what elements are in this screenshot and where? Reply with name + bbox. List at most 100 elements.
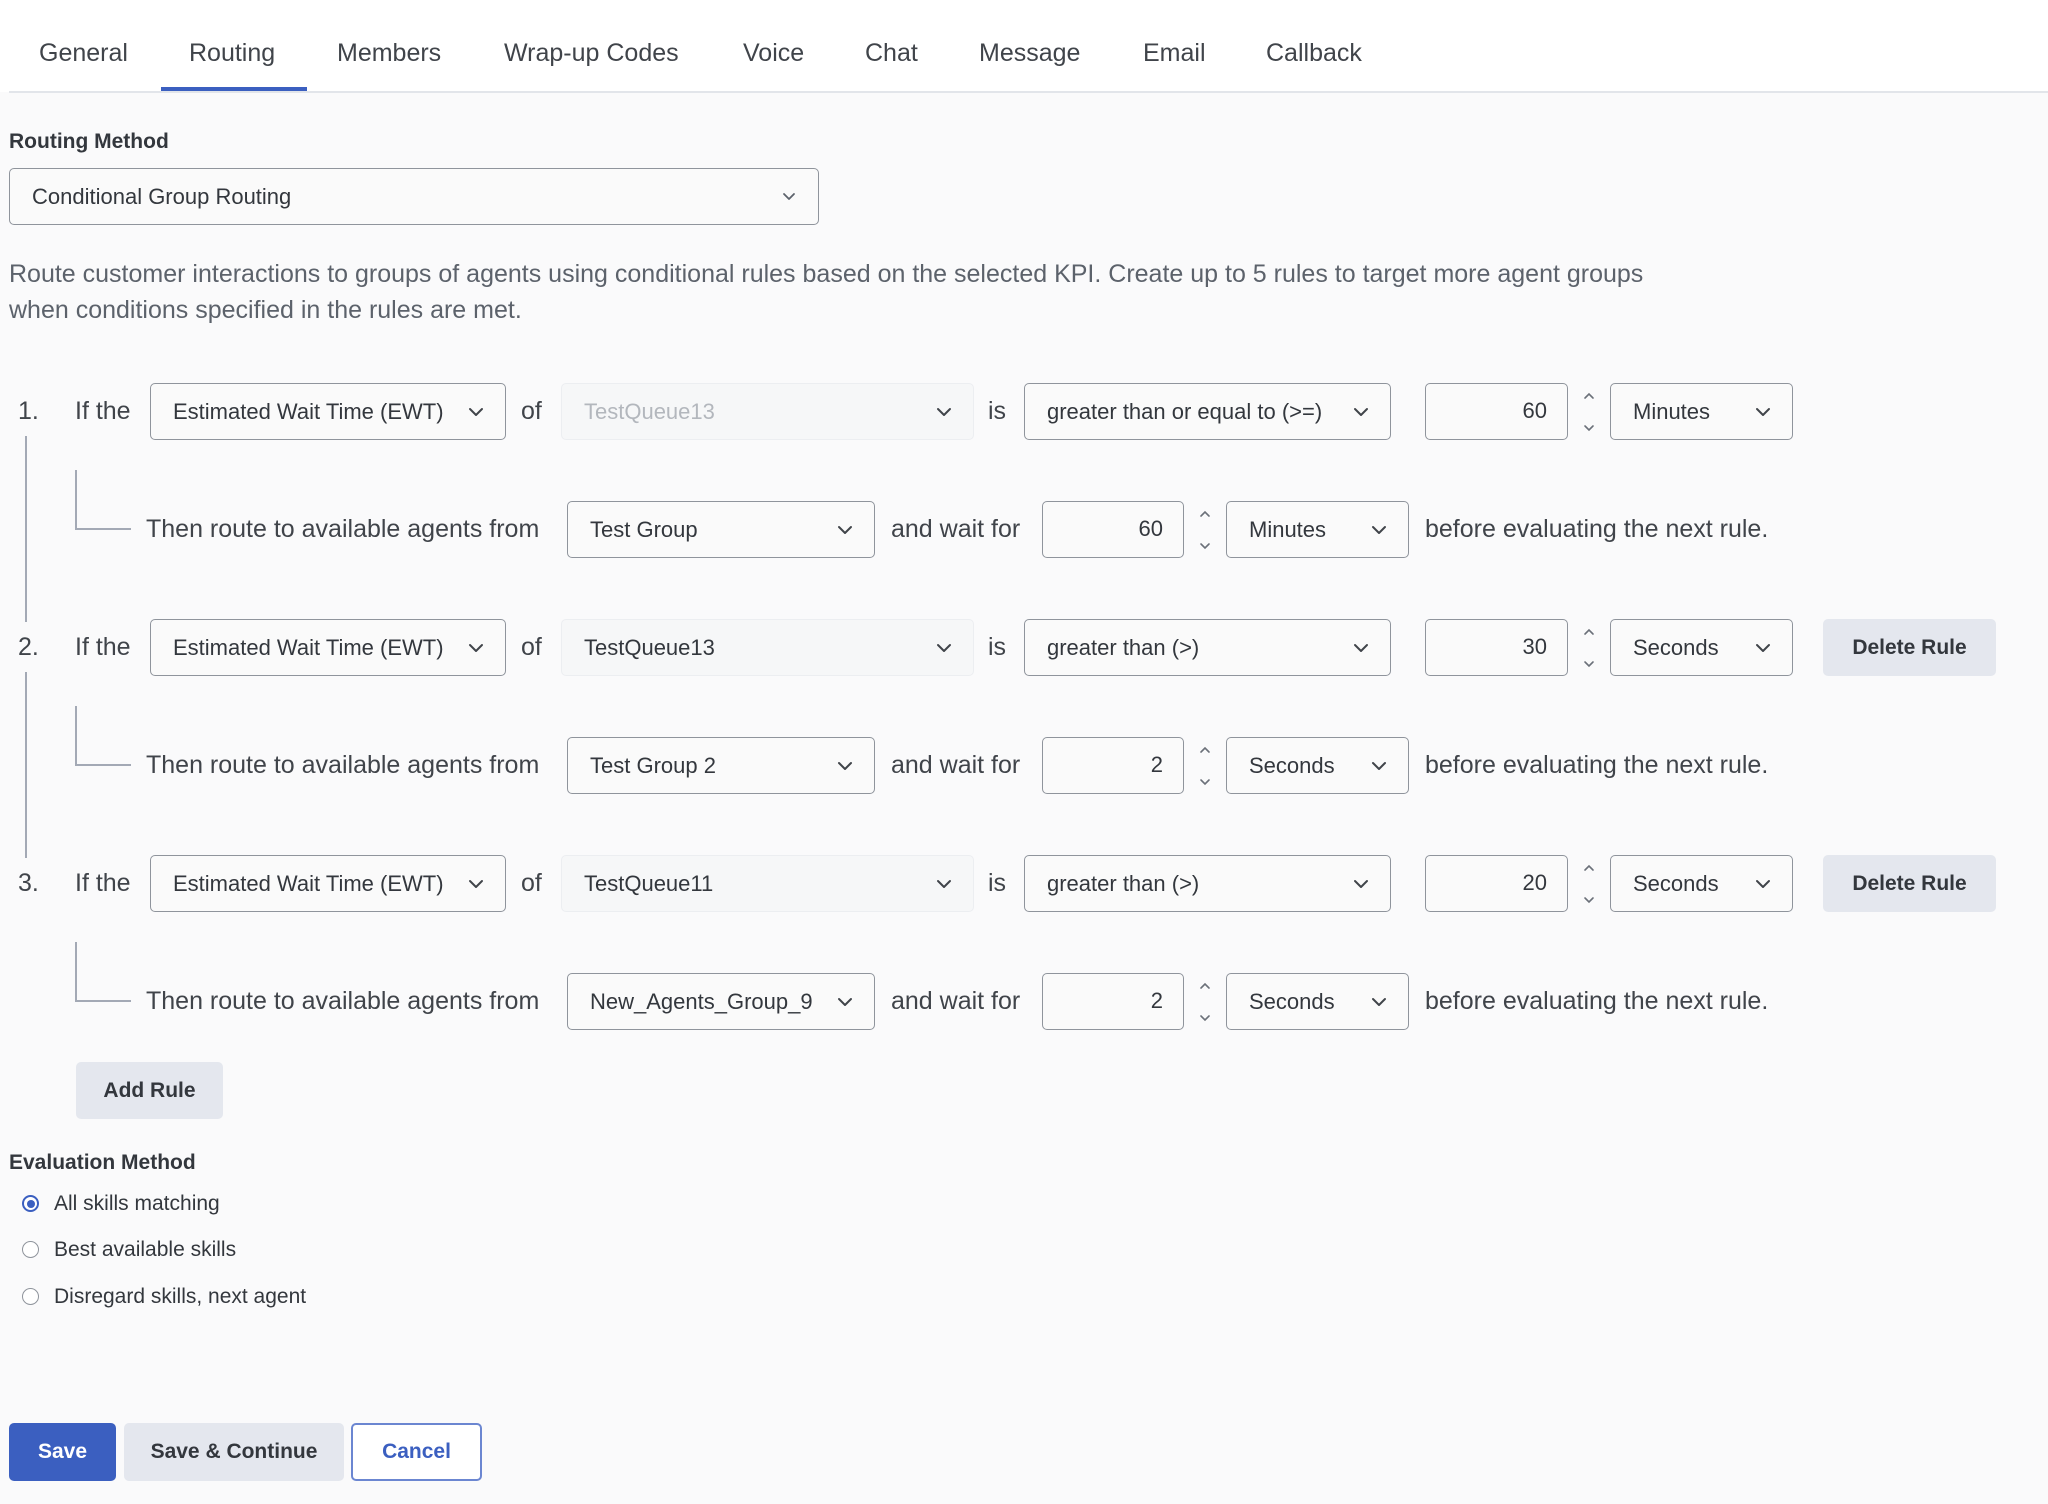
of-label: of — [521, 633, 542, 661]
then-connector-vertical — [75, 706, 77, 766]
tab-members[interactable]: Members — [337, 38, 441, 68]
kpi-select[interactable]: Estimated Wait Time (EWT) — [150, 383, 506, 440]
threshold-input[interactable]: 30 — [1425, 619, 1568, 676]
rule-number: 3. — [18, 869, 39, 897]
group-value: Test Group — [590, 516, 698, 542]
threshold-input[interactable]: 60 — [1425, 383, 1568, 440]
routing-method-select[interactable]: Conditional Group Routing — [9, 168, 819, 225]
stepper-arrows-icon[interactable] — [1580, 623, 1598, 673]
radio-label-all-skills-matching[interactable]: All skills matching — [54, 1191, 220, 1217]
chevron-down-icon — [832, 753, 858, 779]
cancel-button[interactable]: Cancel — [351, 1423, 482, 1481]
queue-value: TestQueue13 — [584, 398, 715, 424]
radio-label-best-available-skills[interactable]: Best available skills — [54, 1237, 236, 1263]
tab-general[interactable]: General — [39, 38, 128, 68]
delete-rule-button[interactable]: Delete Rule — [1823, 855, 1996, 912]
unit-value: Seconds — [1633, 870, 1719, 896]
of-label: of — [521, 397, 542, 425]
add-rule-button[interactable]: Add Rule — [76, 1062, 223, 1119]
then-connector-horizontal — [75, 528, 131, 530]
is-label: is — [988, 869, 1007, 897]
threshold-input[interactable]: 20 — [1425, 855, 1568, 912]
stepper-arrows-icon[interactable] — [1580, 387, 1598, 437]
before-next-rule-label: before evaluating the next rule. — [1425, 987, 1769, 1015]
save-button[interactable]: Save — [9, 1423, 116, 1481]
save-continue-button[interactable]: Save & Continue — [124, 1423, 344, 1481]
operator-select[interactable]: greater than or equal to (>=) — [1024, 383, 1391, 440]
chevron-down-icon — [1750, 399, 1776, 425]
routing-method-label: Routing Method — [9, 130, 169, 153]
radio-disregard-skills[interactable] — [22, 1288, 39, 1305]
agent-group-select[interactable]: New_Agents_Group_9 — [567, 973, 875, 1030]
queue-select[interactable]: TestQueue13 — [561, 619, 974, 676]
wait-input[interactable]: 2 — [1042, 737, 1184, 794]
tab-chat[interactable]: Chat — [865, 38, 918, 68]
wait-unit-value: Minutes — [1249, 516, 1327, 542]
delete-rule-button[interactable]: Delete Rule — [1823, 619, 1996, 676]
kpi-select[interactable]: Estimated Wait Time (EWT) — [150, 855, 506, 912]
chevron-down-icon — [931, 871, 957, 897]
kpi-value: Estimated Wait Time (EWT) — [173, 398, 444, 424]
chevron-down-icon — [1348, 635, 1374, 661]
wait-input[interactable]: 60 — [1042, 501, 1184, 558]
threshold-unit-select[interactable]: Seconds — [1610, 619, 1793, 676]
chevron-down-icon — [1348, 399, 1374, 425]
stepper-arrows-icon[interactable] — [1580, 859, 1598, 909]
stepper-arrows-icon[interactable] — [1196, 505, 1214, 555]
before-next-rule-label: before evaluating the next rule. — [1425, 751, 1769, 779]
tab-message[interactable]: Message — [979, 38, 1080, 68]
kpi-value: Estimated Wait Time (EWT) — [173, 634, 444, 660]
before-next-rule-label: before evaluating the next rule. — [1425, 515, 1769, 543]
tab-divider — [9, 91, 2048, 93]
and-wait-for-label: and wait for — [891, 751, 1021, 779]
is-label: is — [988, 397, 1007, 425]
if-the-label: If the — [75, 869, 131, 897]
and-wait-for-label: and wait for — [891, 987, 1021, 1015]
stepper-arrows-icon[interactable] — [1196, 741, 1214, 791]
radio-label-disregard-skills[interactable]: Disregard skills, next agent — [54, 1284, 306, 1310]
radio-all-skills-matching[interactable] — [22, 1195, 39, 1212]
queue-select[interactable]: TestQueue11 — [561, 855, 974, 912]
wait-input[interactable]: 2 — [1042, 973, 1184, 1030]
chevron-down-icon — [931, 399, 957, 425]
tab-voice[interactable]: Voice — [743, 38, 804, 68]
evaluation-method-label: Evaluation Method — [9, 1151, 196, 1174]
operator-select[interactable]: greater than (>) — [1024, 619, 1391, 676]
operator-select[interactable]: greater than (>) — [1024, 855, 1391, 912]
rule-connector-line — [25, 436, 27, 622]
rule-number: 2. — [18, 633, 39, 661]
queue-value: TestQueue13 — [584, 634, 715, 660]
tab-callback[interactable]: Callback — [1266, 38, 1362, 68]
group-value: Test Group 2 — [590, 752, 716, 778]
unit-value: Minutes — [1633, 398, 1711, 424]
threshold-unit-select[interactable]: Seconds — [1610, 855, 1793, 912]
queue-select: TestQueue13 — [561, 383, 974, 440]
wait-unit-select[interactable]: Seconds — [1226, 737, 1409, 794]
agent-group-select[interactable]: Test Group — [567, 501, 875, 558]
kpi-select[interactable]: Estimated Wait Time (EWT) — [150, 619, 506, 676]
unit-value: Seconds — [1633, 634, 1719, 660]
if-the-label: If the — [75, 633, 131, 661]
chevron-down-icon — [931, 635, 957, 661]
agent-group-select[interactable]: Test Group 2 — [567, 737, 875, 794]
operator-value: greater than or equal to (>=) — [1047, 398, 1323, 424]
chevron-down-icon — [463, 635, 489, 661]
tab-wrap-up-codes[interactable]: Wrap-up Codes — [504, 38, 679, 68]
wait-unit-select[interactable]: Minutes — [1226, 501, 1409, 558]
queue-value: TestQueue11 — [584, 870, 714, 896]
then-connector-horizontal — [75, 1000, 131, 1002]
rule-number: 1. — [18, 397, 39, 425]
chevron-down-icon — [1750, 871, 1776, 897]
wait-unit-value: Seconds — [1249, 752, 1335, 778]
chevron-down-icon — [776, 184, 802, 210]
tab-routing[interactable]: Routing — [189, 38, 275, 68]
routing-description: Route customer interactions to groups of… — [9, 260, 1644, 324]
tab-email[interactable]: Email — [1143, 38, 1206, 68]
stepper-arrows-icon[interactable] — [1196, 977, 1214, 1027]
then-route-label: Then route to available agents from — [146, 987, 540, 1015]
chevron-down-icon — [1348, 871, 1374, 897]
threshold-unit-select[interactable]: Minutes — [1610, 383, 1793, 440]
chevron-down-icon — [1366, 517, 1392, 543]
wait-unit-select[interactable]: Seconds — [1226, 973, 1409, 1030]
radio-best-available-skills[interactable] — [22, 1241, 39, 1258]
